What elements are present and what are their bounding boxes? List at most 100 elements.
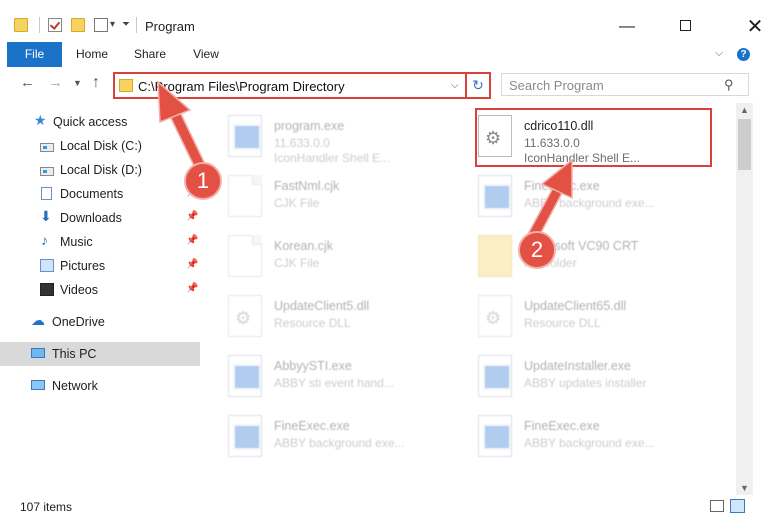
file-tile[interactable]: UpdateInstaller.exe ABBY updates install… — [478, 351, 718, 407]
file-type: Resource DLL — [524, 316, 601, 330]
file-tile[interactable]: FineExec.exe ABBY background exe... — [228, 411, 468, 467]
recent-locations-button[interactable]: ▼ — [73, 78, 82, 88]
file-tile[interactable]: ⚙ UpdateClient5.dll Resource DLL — [228, 291, 468, 347]
exe-icon — [228, 415, 262, 457]
maximize-icon — [679, 20, 691, 31]
view-options-icon[interactable] — [94, 18, 108, 32]
file-tile[interactable]: ⚙ UpdateClient65.dll Resource DLL — [478, 291, 718, 347]
tab-share[interactable]: Share — [130, 42, 170, 67]
file-name: UpdateClient65.dll — [524, 299, 627, 313]
file-tile[interactable]: Microsoft VC90 CRT File folder — [478, 231, 718, 287]
file-name: FineExec.exe — [274, 419, 350, 433]
sidebar-item-local-disk-c[interactable]: Local Disk (C:) — [0, 134, 200, 158]
customize-toolbar-icon[interactable]: ⏷ — [122, 19, 130, 30]
window-title: Program — [145, 19, 195, 34]
back-button[interactable]: ← — [20, 74, 35, 91]
chevron-down-icon[interactable]: ▾ — [110, 19, 115, 30]
vertical-scrollbar[interactable]: ▲ ▼ — [736, 103, 753, 495]
pictures-icon — [40, 259, 54, 272]
file-tile[interactable]: AbbyySTI.exe ABBY sti event hand... — [228, 351, 468, 407]
item-count: 107 items — [20, 500, 73, 514]
sidebar-item-local-disk-d[interactable]: Local Disk (D:) — [0, 158, 200, 182]
tab-file[interactable]: File — [7, 42, 62, 67]
file-type: Resource DLL — [274, 316, 351, 330]
pin-icon[interactable]: 📌 — [186, 211, 198, 222]
toolbar-separator — [136, 17, 137, 33]
toolbar-separator — [39, 17, 40, 33]
sidebar-item-videos[interactable]: Videos 📌 — [0, 278, 200, 302]
forward-button[interactable]: → — [48, 74, 63, 91]
pin-icon[interactable]: 📌 — [186, 235, 198, 246]
refresh-button[interactable]: ↻ — [465, 72, 491, 99]
sidebar-item-documents[interactable]: Documents 📌 — [0, 182, 200, 206]
sidebar-item-music[interactable]: ♪ Music 📌 — [0, 230, 200, 254]
pin-icon[interactable]: 📌 — [186, 259, 198, 270]
folder-icon — [478, 235, 512, 277]
file-type: CJK File — [274, 256, 320, 270]
sidebar-item-pictures[interactable]: Pictures 📌 — [0, 254, 200, 278]
address-dropdown-icon[interactable]: ⌵ — [451, 80, 459, 91]
file-name: FineExec.exe — [524, 419, 600, 433]
sidebar-item-quick-access[interactable]: ★ Quick access — [0, 110, 200, 134]
address-path[interactable]: C:\Program Files\Program Directory — [138, 79, 345, 94]
sidebar-item-label: Downloads — [60, 211, 122, 225]
step-1-badge: 1 — [184, 162, 222, 200]
file-type: CJK File — [274, 196, 320, 210]
file-name: Korean.cjk — [274, 239, 334, 253]
download-icon: ⬇ — [40, 208, 52, 224]
pin-icon[interactable]: 📌 — [186, 283, 198, 294]
properties-check-icon[interactable] — [48, 18, 62, 32]
file-tile[interactable]: FastNml.cjk CJK File — [228, 171, 468, 227]
file-tile[interactable]: FineExec.exe ABBY background exe... — [478, 411, 718, 467]
exe-icon — [228, 115, 262, 157]
title-bar: ▾ ⏷ Program — ✕ — [0, 0, 769, 42]
star-icon: ★ — [34, 112, 47, 128]
sidebar-item-label: OneDrive — [52, 315, 105, 329]
exe-icon — [228, 355, 262, 397]
file-description: ABBY background exe... — [274, 436, 405, 450]
scroll-thumb[interactable] — [738, 119, 751, 170]
tab-home[interactable]: Home — [72, 42, 112, 67]
file-name: UpdateInstaller.exe — [524, 359, 632, 373]
tab-view[interactable]: View — [186, 42, 226, 67]
exe-icon — [478, 415, 512, 457]
computer-icon — [31, 348, 45, 358]
minimize-button[interactable]: — — [614, 14, 640, 40]
dll-icon: ⚙ — [228, 295, 262, 337]
details-view-icon[interactable] — [710, 500, 724, 512]
file-description: ABBY sti event hand... — [274, 376, 394, 390]
cloud-icon: ☁ — [31, 312, 45, 328]
new-folder-icon[interactable] — [71, 18, 85, 32]
search-input[interactable]: Search Program — [509, 78, 604, 93]
expand-ribbon-icon[interactable]: ⌵ — [715, 47, 723, 60]
dll-icon: ⚙ — [478, 295, 512, 337]
ribbon-tabs: File Home Share View ⌵ ? — [0, 42, 769, 67]
file-tile[interactable]: Korean.cjk CJK File — [228, 231, 468, 287]
file-tile[interactable]: FineExec.exe ABBY background exe... — [478, 171, 718, 227]
address-bar[interactable]: C:\Program Files\Program Directory ⌵ — [113, 72, 468, 99]
sidebar-item-onedrive[interactable]: ☁ OneDrive — [0, 310, 200, 334]
search-box[interactable]: Search Program ⚲ — [501, 73, 749, 96]
help-icon[interactable]: ? — [737, 48, 750, 61]
file-tile[interactable]: program.exe 11.633.0.0 IconHandler Shell… — [228, 111, 468, 167]
exe-icon — [478, 175, 512, 217]
drive-icon — [40, 143, 54, 152]
file-name: UpdateClient5.dll — [274, 299, 370, 313]
file-description: ABBY background exe... — [524, 196, 655, 210]
scroll-down-icon[interactable]: ▼ — [740, 483, 749, 493]
sidebar-item-downloads[interactable]: ⬇ Downloads 📌 — [0, 206, 200, 230]
tiles-view-icon[interactable] — [730, 499, 745, 513]
sidebar-item-label: Local Disk (D:) — [60, 163, 142, 177]
sidebar-item-label: Music — [60, 235, 93, 249]
close-button[interactable]: ✕ — [742, 14, 768, 40]
generic-file-icon — [228, 175, 262, 217]
file-description: ABBY background exe... — [524, 436, 655, 450]
maximize-button[interactable] — [672, 14, 698, 40]
scroll-up-icon[interactable]: ▲ — [740, 105, 749, 115]
sidebar-item-network[interactable]: Network — [0, 374, 200, 398]
sidebar-item-this-pc[interactable]: This PC — [0, 342, 200, 366]
folder-icon — [119, 79, 133, 92]
up-button[interactable]: ↑ — [92, 74, 100, 92]
file-name: FastNml.cjk — [274, 179, 340, 193]
navigation-pane: ★ Quick access Local Disk (C:) Local Dis… — [0, 103, 200, 495]
